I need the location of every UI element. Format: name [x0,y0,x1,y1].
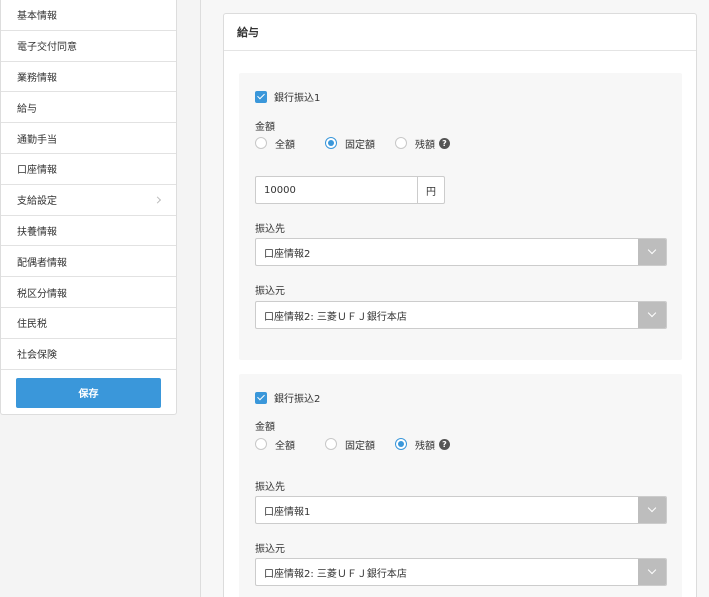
destination-select[interactable]: 口座情報2 [255,238,667,266]
checkbox-checked-icon[interactable] [255,90,267,103]
bank-transfer-2: 銀行振込2 金額 全額 固定額 残額 ? 振込先 口座情報1 振込元 口座情報2… [239,374,682,597]
sidebar-item-label: 電子交付同意 [17,42,77,54]
radio-icon[interactable] [395,137,407,149]
help-icon[interactable]: ? [439,438,450,450]
sidebar-item-payment-settings[interactable]: 支給設定 [1,185,176,216]
amount-unit: 円 [417,177,444,203]
radio-icon[interactable] [255,137,267,149]
help-icon[interactable]: ? [439,137,450,149]
sidebar-item-label: 通勤手当 [17,134,57,146]
sidebar-item-label: 基本情報 [17,11,57,23]
checkbox-label: 銀行振込1 [274,93,321,104]
fixed-amount-input[interactable] [256,177,417,203]
fixed-amount-field: 円 [255,176,445,204]
sidebar-item-label: 税区分情報 [17,288,67,300]
sidebar-item-account-info[interactable]: 口座情報 [1,154,176,185]
radio-icon[interactable] [255,438,267,450]
sidebar-item-label: 業務情報 [17,72,57,84]
sidebar-item-label: 口座情報 [17,165,57,177]
sidebar-item-commute-allowance[interactable]: 通勤手当 [1,123,176,154]
bank-transfer-1-toggle[interactable]: 銀行振込1 [255,89,320,104]
destination-value: 口座情報2 [264,248,311,260]
sidebar-item-e-delivery-consent[interactable]: 電子交付同意 [1,31,176,62]
radio-option-full[interactable]: 全額 [255,136,325,151]
radio-label: 固定額 [345,139,375,151]
sidebar-item-social-insurance[interactable]: 社会保険 [1,339,176,370]
amount-label: 金額 [255,122,275,133]
sidebar-item-tax-category[interactable]: 税区分情報 [1,277,176,308]
radio-option-fixed[interactable]: 固定額 [325,136,395,151]
radio-option-fixed[interactable]: 固定額 [325,437,395,452]
bank-transfer-1: 銀行振込1 金額 全額 固定額 残額 ? 円 振込先 口座情報2 [239,73,682,360]
radio-label: 残額 [415,440,435,452]
panel-title: 給与 [224,14,696,51]
source-label: 振込元 [255,544,285,555]
sidebar-item-label: 扶養情報 [17,226,57,238]
destination-label: 振込先 [255,482,285,493]
amount-type-radio-group: 全額 固定額 残額 ? [255,437,465,452]
source-select[interactable]: 口座情報2: 三菱ＵＦＪ銀行本店 [255,301,667,329]
source-value: 口座情報2: 三菱ＵＦＪ銀行本店 [264,311,407,323]
source-label: 振込元 [255,286,285,297]
destination-label: 振込先 [255,224,285,235]
source-select[interactable]: 口座情報2: 三菱ＵＦＪ銀行本店 [255,558,667,586]
destination-value: 口座情報1 [264,506,311,518]
sidebar: 基本情報 電子交付同意 業務情報 給与 通勤手当 口座情報 支給設定 扶養情報 … [0,0,177,415]
checkbox-checked-icon[interactable] [255,391,267,404]
amount-type-radio-group: 全額 固定額 残額 ? [255,136,465,151]
sidebar-item-label: 支給設定 [17,196,57,208]
sidebar-item-salary[interactable]: 給与 [1,92,176,124]
sidebar-item-resident-tax[interactable]: 住民税 [1,308,176,339]
sidebar-item-label: 社会保険 [17,350,57,362]
destination-select[interactable]: 口座情報1 [255,496,667,524]
save-button[interactable]: 保存 [16,377,161,408]
checkbox-label: 銀行振込2 [274,394,321,405]
chevron-right-icon [153,196,162,204]
radio-option-remainder[interactable]: 残額 ? [395,136,465,151]
radio-label: 残額 [415,139,435,151]
chevron-down-icon[interactable] [638,559,666,585]
radio-label: 全額 [275,139,295,151]
radio-icon[interactable] [325,438,337,450]
radio-label: 全額 [275,440,295,452]
sidebar-item-dependents[interactable]: 扶養情報 [1,216,176,247]
radio-label: 固定額 [345,440,375,452]
sidebar-item-label: 配偶者情報 [17,257,67,269]
sidebar-item-label: 給与 [17,103,37,115]
chevron-down-icon[interactable] [638,239,666,265]
sidebar-item-label: 住民税 [17,319,47,331]
chevron-down-icon[interactable] [638,302,666,328]
save-button-wrap: 保存 [1,370,176,416]
sidebar-item-spouse-info[interactable]: 配偶者情報 [1,246,176,278]
radio-option-full[interactable]: 全額 [255,437,325,452]
radio-option-remainder[interactable]: 残額 ? [395,437,465,452]
amount-label: 金額 [255,422,275,433]
chevron-down-icon[interactable] [638,497,666,523]
sidebar-item-work-info[interactable]: 業務情報 [1,62,176,93]
radio-selected-icon[interactable] [395,438,407,450]
sidebar-item-basic-info[interactable]: 基本情報 [1,0,176,31]
salary-panel: 給与 銀行振込1 金額 全額 固定額 残額 ? 円 [223,13,697,597]
bank-transfer-2-toggle[interactable]: 銀行振込2 [255,390,320,405]
source-value: 口座情報2: 三菱ＵＦＪ銀行本店 [264,568,407,580]
radio-selected-icon[interactable] [325,137,337,149]
